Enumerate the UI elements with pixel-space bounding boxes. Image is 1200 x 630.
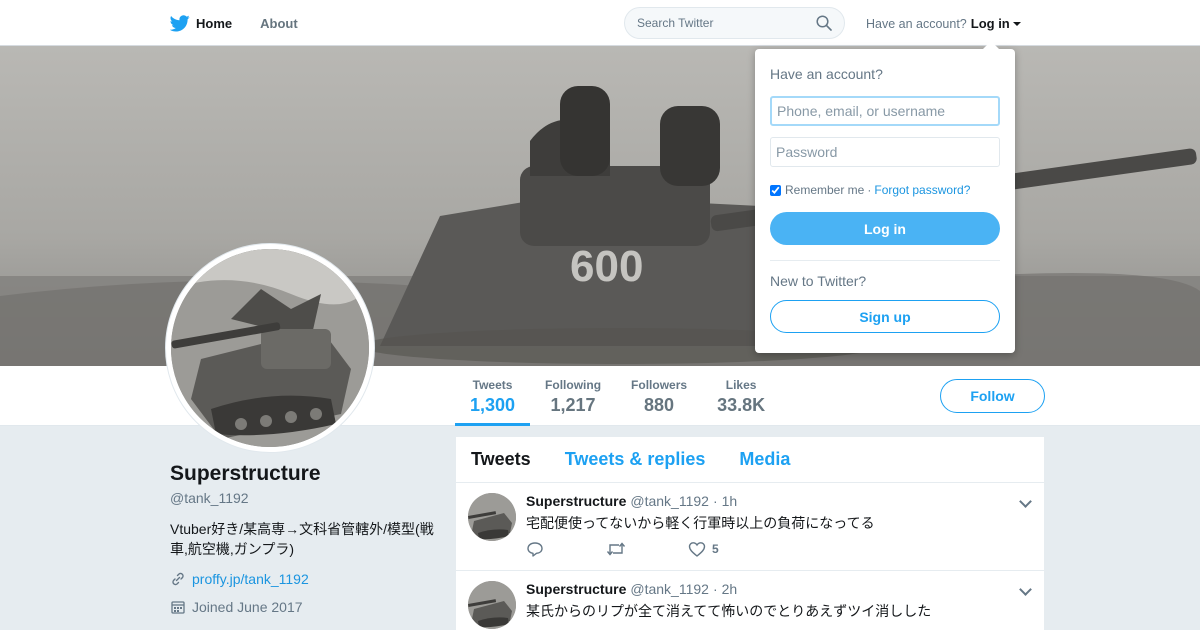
tweet[interactable]: Superstructure @tank_1192 · 2h 某氏からのリプが全… [456, 571, 1044, 630]
like-icon [688, 542, 706, 557]
tab-tweets-and-replies[interactable]: Tweets & replies [565, 449, 706, 470]
top-navigation-bar: Home About Search Twitter Have an accoun… [0, 0, 1200, 46]
nav-home-label: Home [196, 15, 233, 31]
username-field[interactable] [770, 96, 1000, 126]
stat-followers[interactable]: Followers 880 [616, 366, 702, 426]
search-box[interactable]: Search Twitter [624, 7, 845, 39]
profile-handle: @tank_1192 [170, 490, 249, 506]
reply-icon [527, 542, 543, 557]
tweet-avatar-image [468, 493, 516, 541]
stat-label: Followers [631, 378, 688, 392]
chevron-down-icon[interactable] [1019, 495, 1032, 508]
avatar-image [171, 249, 369, 447]
like-button[interactable]: 5 [688, 541, 719, 557]
new-to-twitter-text: New to Twitter? [770, 273, 867, 289]
profile-joined-row: Joined June 2017 [170, 599, 440, 615]
nav-home[interactable]: Home [170, 14, 233, 32]
like-count: 5 [712, 542, 719, 556]
remember-me-checkbox[interactable] [770, 184, 781, 196]
profile-stats: Tweets 1,300 Following 1,217 Followers 8… [455, 366, 780, 426]
search-input[interactable]: Search Twitter [637, 16, 816, 30]
tweet[interactable]: Superstructure @tank_1192 · 1h 宅配便使ってないか… [456, 483, 1044, 571]
remember-separator: · [867, 183, 872, 197]
tab-media[interactable]: Media [739, 449, 790, 470]
tweet-author-name[interactable]: Superstructure [526, 581, 626, 597]
login-button[interactable]: Log in [770, 212, 1000, 245]
stat-value: 33.8K [717, 395, 766, 415]
forgot-password-link[interactable]: Forgot password? [874, 183, 970, 197]
stat-label: Following [545, 378, 602, 392]
retweet-icon [606, 542, 626, 556]
tweet-header: Superstructure @tank_1192 · 1h [526, 493, 737, 509]
search-icon[interactable] [816, 15, 832, 31]
stat-following[interactable]: Following 1,217 [530, 366, 616, 426]
tweet-avatar-image [468, 581, 516, 629]
login-dropdown-title: Have an account? [770, 66, 883, 82]
tweet-author-name[interactable]: Superstructure [526, 493, 626, 509]
profile-card: Superstructure @tank_1192 Vtuber好き/某高専→文… [170, 462, 440, 615]
profile-name[interactable]: Superstructure [170, 462, 440, 486]
tweet-text: 某氏からのリプが全て消えてて怖いのでとりあえずツイ消しした [526, 603, 932, 619]
stat-label: Likes [725, 378, 757, 392]
divider [770, 260, 1000, 261]
stat-tweets[interactable]: Tweets 1,300 [455, 366, 531, 426]
nav-left-group: Home About [170, 0, 326, 46]
reply-button[interactable] [526, 541, 544, 557]
account-prompt: Have an account? Log in [866, 16, 1021, 31]
link-icon [172, 572, 184, 586]
nav-about-label: About [260, 15, 298, 31]
tweet-author-handle[interactable]: @tank_1192 [630, 493, 709, 509]
svg-text:600: 600 [570, 242, 643, 291]
tweet-avatar[interactable] [468, 493, 516, 541]
avatar[interactable] [165, 243, 375, 453]
account-prompt-text: Have an account? [866, 16, 967, 31]
tweet-timestamp[interactable]: 2h [722, 581, 738, 597]
remember-me-label[interactable]: Remember me [785, 183, 864, 197]
avatar-tank-photo [171, 249, 369, 447]
tweet-author-handle[interactable]: @tank_1192 [630, 581, 709, 597]
remember-me-row: Remember me · Forgot password? [770, 183, 970, 197]
twitter-bird-icon [170, 14, 190, 31]
tweet-header: Superstructure @tank_1192 · 2h [526, 581, 737, 597]
tweet-separator: · [712, 581, 718, 597]
profile-joined: Joined June 2017 [192, 599, 303, 615]
stat-value: 1,300 [470, 395, 516, 415]
tweet-actions: 5 [526, 541, 781, 557]
tweet-avatar[interactable] [468, 581, 516, 629]
retweet-button[interactable] [606, 541, 626, 557]
nav-about[interactable]: About [260, 16, 298, 31]
stat-value: 880 [644, 395, 675, 415]
follow-button[interactable]: Follow [940, 379, 1045, 413]
calendar-icon [171, 601, 185, 614]
profile-link-row: proffy.jp/tank_1192 [170, 571, 440, 587]
caret-down-icon[interactable] [1012, 21, 1021, 26]
signup-button[interactable]: Sign up [770, 300, 1000, 333]
login-dropdown: Have an account? Remember me · Forgot pa… [755, 41, 1015, 353]
tweet-separator: · [712, 493, 718, 509]
tab-tweets[interactable]: Tweets [471, 449, 531, 470]
profile-link[interactable]: proffy.jp/tank_1192 [192, 571, 309, 587]
login-dropdown-toggle[interactable]: Log in [971, 16, 1010, 31]
stat-likes[interactable]: Likes 33.8K [702, 366, 780, 426]
profile-bio: Vtuber好き/某高専→文科省管轄外/模型(戦車,航空機,ガンプラ) [170, 521, 434, 557]
stat-label: Tweets [472, 378, 513, 392]
password-field[interactable] [770, 137, 1000, 167]
timeline: Tweets Tweets & replies Media Superstruc… [456, 437, 1044, 630]
timeline-tabs: Tweets Tweets & replies Media [456, 437, 1044, 483]
stat-value: 1,217 [550, 395, 596, 415]
tweet-timestamp[interactable]: 1h [722, 493, 738, 509]
tweet-text: 宅配便使ってないから軽く行軍時以上の負荷になってる [526, 515, 875, 531]
chevron-down-icon[interactable] [1019, 583, 1032, 596]
